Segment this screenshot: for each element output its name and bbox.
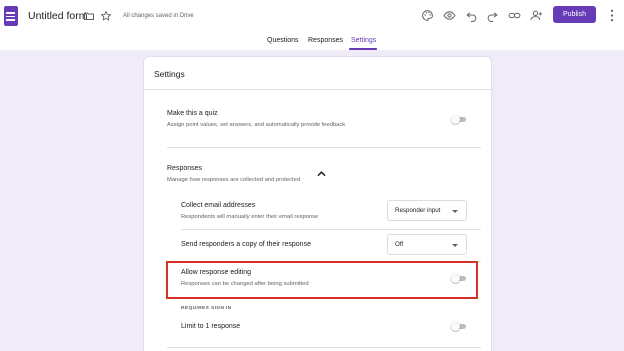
tab-responses[interactable]: Responses [308,37,343,44]
quiz-label: Make this a quiz [167,110,218,117]
form-title[interactable]: Untitled form [28,10,88,22]
quiz-toggle[interactable] [451,115,467,124]
collect-email-label: Collect email addresses [181,202,256,209]
divider [167,147,481,148]
folder-icon[interactable] [83,10,95,22]
send-copy-value: Off [395,241,404,248]
divider [144,89,493,90]
redo-icon[interactable] [486,9,499,22]
forms-logo-icon[interactable] [4,6,18,26]
form-tabs: Questions Responses Settings [0,34,624,50]
divider [181,229,481,230]
link-icon[interactable] [508,9,521,22]
tab-questions[interactable]: Questions [267,37,299,44]
add-collaborator-icon[interactable] [530,9,543,22]
limit-one-label: Limit to 1 response [181,323,241,330]
responses-label: Responses [167,165,203,172]
more-vert-icon[interactable] [609,9,615,22]
send-copy-select[interactable]: Off [387,234,467,255]
star-icon[interactable] [100,10,112,22]
limit-one-toggle[interactable] [451,322,467,331]
collect-email-select[interactable]: Responder input [387,200,467,221]
divider [167,347,481,348]
dropdown-arrow-icon [452,244,458,247]
requires-sign-in-label: REQUIRES SIGN IN [181,306,232,311]
settings-card: Settings Make this a quiz Assign point v… [143,56,493,351]
collect-email-value: Responder input [395,207,441,214]
chevron-up-icon[interactable] [317,171,326,177]
collect-email-description: Respondents will manually enter their em… [181,214,319,220]
quiz-description: Assign point values, set answers, and au… [167,122,346,128]
undo-icon[interactable] [465,9,478,22]
highlight-box [166,261,478,299]
save-status: All changes saved in Drive [123,13,194,19]
send-copy-label: Send responders a copy of their response [181,241,311,248]
responses-description: Manage how responses are collected and p… [167,177,301,183]
publish-button[interactable]: Publish [553,6,596,23]
tab-settings[interactable]: Settings [351,37,376,44]
dropdown-arrow-icon [452,210,458,213]
top-bar: Untitled form All changes saved in Drive… [0,0,624,34]
palette-icon[interactable] [421,9,434,22]
settings-title: Settings [154,69,185,79]
preview-eye-icon[interactable] [443,9,456,22]
